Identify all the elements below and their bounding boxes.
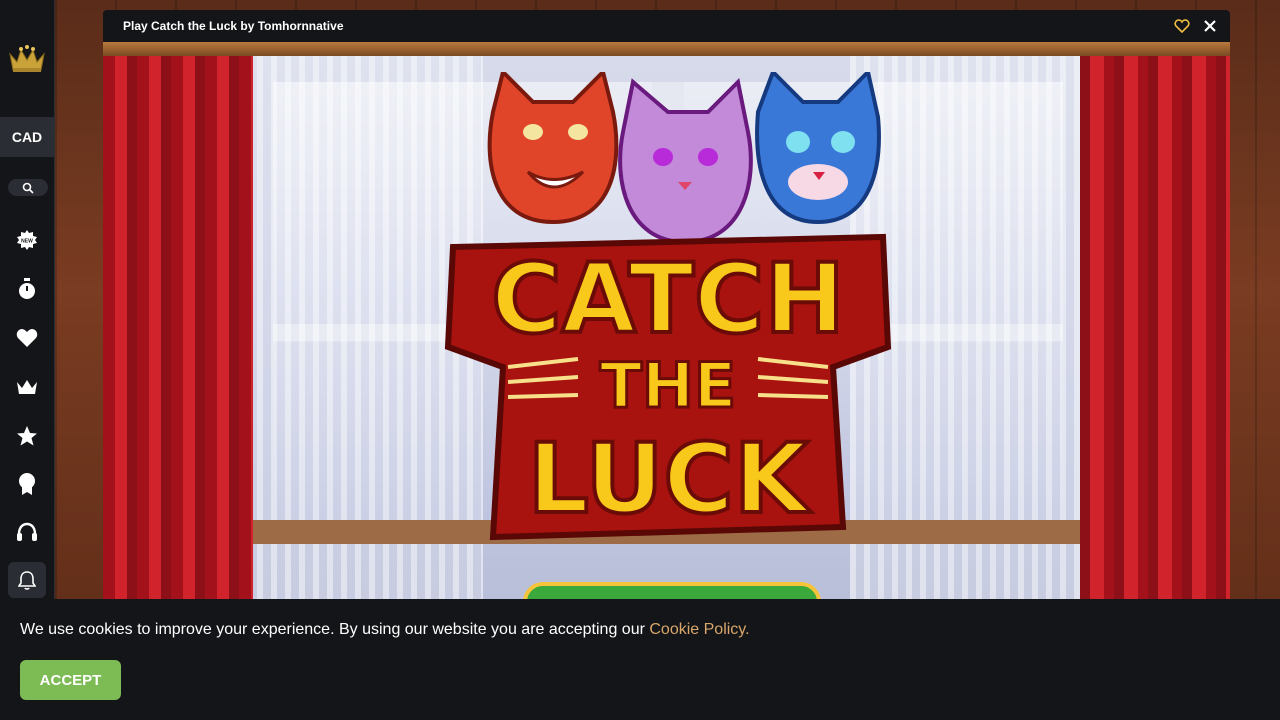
game-frame[interactable]: CATCH THE LUCK (103, 42, 1230, 600)
headset-icon (17, 522, 37, 541)
award-icon (19, 473, 35, 495)
accept-button-label: ACCEPT (39, 671, 102, 689)
cookie-banner: We use cookies to improve your experienc… (0, 599, 1280, 720)
sidebar-item-support[interactable] (13, 519, 41, 547)
sidebar-item-new[interactable]: NEW (13, 226, 41, 254)
logo-text-luck: LUCK (528, 423, 812, 535)
notifications-button[interactable] (8, 562, 46, 598)
sidebar-item-top[interactable] (13, 422, 41, 450)
heart-outline-icon[interactable] (1174, 18, 1190, 34)
cookie-policy-link[interactable]: Cookie Policy. (649, 621, 749, 638)
logo-text-the: THE (600, 349, 737, 422)
new-badge-icon: NEW (17, 230, 37, 250)
search-icon (22, 182, 34, 194)
red-curtain-left (103, 42, 253, 600)
accept-cookies-button[interactable]: ACCEPT (20, 660, 121, 700)
currency-selector[interactable]: CAD (0, 117, 54, 157)
game-logo: CATCH THE LUCK (444, 233, 892, 541)
game-modal-header: Play Catch the Luck by Tomhornnative (103, 10, 1230, 42)
heart-icon (16, 329, 38, 347)
bell-icon (18, 571, 36, 590)
sidebar-item-vip[interactable] (13, 373, 41, 401)
sidebar-item-favorites[interactable] (13, 324, 41, 352)
crown-logo-icon[interactable] (7, 44, 47, 74)
crown-icon (17, 380, 37, 394)
stopwatch-icon (19, 278, 35, 299)
curtain-rod (103, 42, 1230, 56)
currency-label: CAD (11, 129, 43, 145)
cookie-text: We use cookies to improve your experienc… (20, 621, 645, 638)
game-play-button[interactable] (523, 582, 821, 600)
cookie-message: We use cookies to improve your experienc… (20, 621, 750, 639)
red-curtain-right (1080, 42, 1230, 600)
sidebar-item-recent[interactable] (13, 275, 41, 303)
cats-illustration (487, 72, 881, 245)
logo-text-catch: CATCH (491, 243, 845, 355)
search-button[interactable] (8, 179, 48, 196)
game-title: Play Catch the Luck by Tomhornnative (123, 19, 344, 33)
star-icon (17, 426, 37, 446)
svg-text:NEW: NEW (21, 239, 33, 245)
close-icon[interactable] (1202, 18, 1218, 34)
sidebar-item-rewards[interactable] (13, 470, 41, 498)
